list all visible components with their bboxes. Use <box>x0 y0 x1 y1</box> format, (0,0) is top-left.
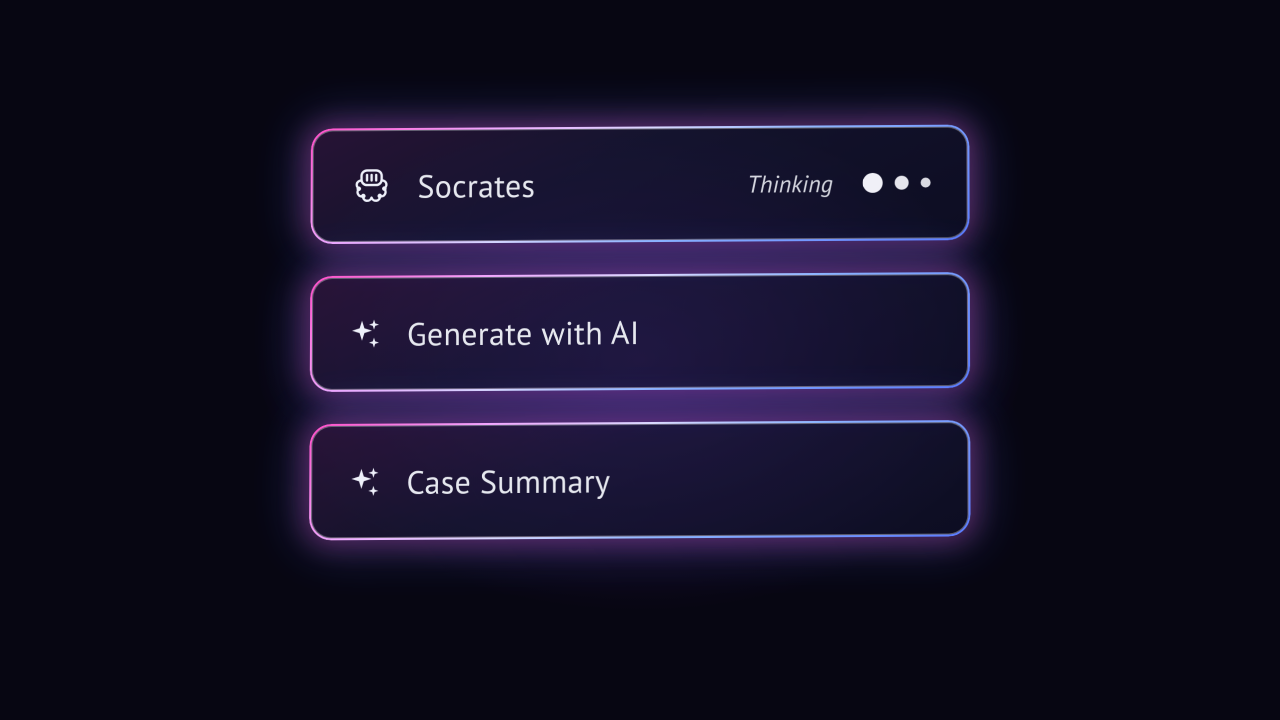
card-stack: Socrates Thinking Generate with AI <box>309 125 971 541</box>
card-generate-ai[interactable]: Generate with AI <box>310 272 970 392</box>
card-title: Socrates <box>417 164 535 207</box>
thinking-dots <box>863 173 931 193</box>
card-title: Case Summary <box>406 459 610 502</box>
card-socrates[interactable]: Socrates Thinking <box>310 125 969 245</box>
status-label: Thinking <box>747 168 833 199</box>
brain-chip-icon <box>350 164 394 208</box>
card-title: Generate with AI <box>407 311 640 354</box>
card-case-summary[interactable]: Case Summary <box>309 420 971 540</box>
sparkles-icon <box>349 317 383 351</box>
sparkles-icon <box>348 465 382 499</box>
